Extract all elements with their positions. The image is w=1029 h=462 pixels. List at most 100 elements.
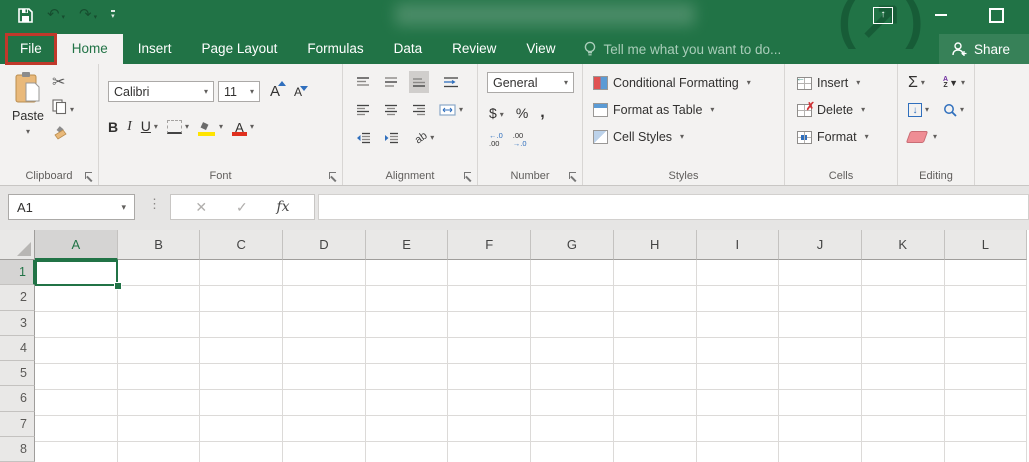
column-header-i[interactable]: I — [696, 230, 780, 260]
cell-a8[interactable] — [35, 442, 118, 462]
cell-j4[interactable] — [779, 338, 862, 364]
cell-c7[interactable] — [200, 416, 284, 442]
cell-i6[interactable] — [696, 390, 780, 416]
tab-data[interactable]: Data — [379, 34, 438, 64]
enter-icon[interactable]: ✓ — [236, 199, 248, 216]
column-header-l[interactable]: L — [944, 230, 1028, 260]
insert-cells-button[interactable]: ← Insert — [796, 71, 860, 95]
format-as-table-button[interactable]: Format as Table — [593, 98, 714, 122]
undo-button[interactable]: ↶ ▾ — [47, 0, 65, 30]
center-button[interactable] — [381, 99, 401, 121]
cell-k7[interactable] — [861, 416, 945, 442]
column-header-e[interactable]: E — [365, 230, 449, 260]
cell-c3[interactable] — [200, 312, 284, 338]
row-header-6[interactable]: 6 — [0, 386, 35, 412]
tab-file[interactable]: File — [5, 41, 57, 56]
cell-i4[interactable] — [696, 338, 780, 364]
cell-d2[interactable] — [283, 286, 366, 312]
cell-h2[interactable] — [613, 286, 697, 312]
redo-button[interactable]: ↷ ▾ — [79, 0, 97, 30]
cell-f3[interactable] — [448, 312, 532, 338]
paste-button[interactable]: Paste — [7, 71, 49, 159]
cell-d3[interactable] — [283, 312, 366, 338]
find-select-button[interactable] — [943, 98, 964, 122]
borders-button[interactable] — [166, 118, 189, 136]
cell-i2[interactable] — [696, 286, 780, 312]
cell-d7[interactable] — [283, 416, 366, 442]
cell-j2[interactable] — [779, 286, 862, 312]
cell-g4[interactable] — [531, 338, 614, 364]
row-header-5[interactable]: 5 — [0, 361, 35, 387]
cell-a2[interactable] — [35, 286, 118, 312]
row-header-8[interactable]: 8 — [0, 436, 35, 462]
cell-l8[interactable] — [944, 442, 1028, 462]
tell-me-box[interactable]: Tell me what you want to do... — [584, 34, 781, 64]
cell-l2[interactable] — [944, 286, 1028, 312]
cell-f4[interactable] — [448, 338, 532, 364]
cell-k4[interactable] — [861, 338, 945, 364]
cell-g7[interactable] — [531, 416, 614, 442]
cell-d4[interactable] — [283, 338, 366, 364]
clipboard-dialog-launcher-icon[interactable] — [84, 171, 94, 181]
cell-d8[interactable] — [283, 442, 366, 462]
fill-button[interactable]: ↓ — [908, 98, 929, 122]
underline-button[interactable]: U — [141, 118, 158, 136]
row-header-4[interactable]: 4 — [0, 335, 35, 361]
cell-b2[interactable] — [117, 286, 201, 312]
cell-b3[interactable] — [117, 312, 201, 338]
cut-icon[interactable]: ✂ — [52, 72, 65, 92]
column-header-a[interactable]: A — [35, 230, 118, 260]
cell-b1[interactable] — [117, 260, 201, 286]
cell-f1[interactable] — [448, 260, 532, 286]
cell-k6[interactable] — [861, 390, 945, 416]
cell-f5[interactable] — [448, 364, 532, 390]
bold-button[interactable]: B — [108, 119, 118, 135]
cell-e5[interactable] — [365, 364, 449, 390]
cell-f2[interactable] — [448, 286, 532, 312]
alignment-dialog-launcher-icon[interactable] — [463, 171, 473, 181]
cell-b6[interactable] — [117, 390, 201, 416]
cell-h4[interactable] — [613, 338, 697, 364]
cell-k8[interactable] — [861, 442, 945, 462]
autosum-button[interactable]: Σ — [908, 71, 925, 95]
cell-l1[interactable] — [944, 260, 1028, 286]
cell-a7[interactable] — [35, 416, 118, 442]
number-dialog-launcher-icon[interactable] — [568, 171, 578, 181]
bottom-align-button[interactable] — [409, 71, 429, 93]
cell-e1[interactable] — [365, 260, 449, 286]
borders-dropdown-icon[interactable] — [182, 118, 189, 136]
cell-c8[interactable] — [200, 442, 284, 462]
cell-i3[interactable] — [696, 312, 780, 338]
cell-g3[interactable] — [531, 312, 614, 338]
increase-decimal-button[interactable]: ←.0 .00 — [489, 132, 503, 148]
merge-center-dropdown-icon[interactable] — [456, 101, 463, 119]
cell-g8[interactable] — [531, 442, 614, 462]
row-header-1[interactable]: 1 — [0, 260, 35, 286]
column-header-j[interactable]: J — [779, 230, 862, 260]
save-icon[interactable] — [18, 7, 33, 23]
clear-button[interactable] — [905, 125, 937, 149]
cell-e6[interactable] — [365, 390, 449, 416]
name-box[interactable]: A1 ▾ — [8, 194, 135, 220]
align-right-button[interactable] — [409, 99, 429, 121]
tab-view[interactable]: View — [511, 34, 570, 64]
cell-f7[interactable] — [448, 416, 532, 442]
ribbon-display-options-icon[interactable]: ↑ — [873, 6, 893, 24]
format-cells-button[interactable]: Format — [797, 125, 869, 149]
cell-c1[interactable] — [200, 260, 284, 286]
cell-l7[interactable] — [944, 416, 1028, 442]
cell-i5[interactable] — [696, 364, 780, 390]
italic-button[interactable]: I — [127, 119, 132, 135]
cell-k3[interactable] — [861, 312, 945, 338]
cell-j3[interactable] — [779, 312, 862, 338]
cell-f8[interactable] — [448, 442, 532, 462]
merge-center-button[interactable] — [439, 101, 463, 119]
column-header-b[interactable]: B — [117, 230, 201, 260]
cell-e7[interactable] — [365, 416, 449, 442]
insert-function-button[interactable]: fx — [277, 199, 290, 215]
column-header-c[interactable]: C — [200, 230, 284, 260]
undo-dropdown-icon[interactable]: ▾ — [60, 14, 66, 21]
cell-e3[interactable] — [365, 312, 449, 338]
cell-b7[interactable] — [117, 416, 201, 442]
column-header-f[interactable]: F — [448, 230, 532, 260]
